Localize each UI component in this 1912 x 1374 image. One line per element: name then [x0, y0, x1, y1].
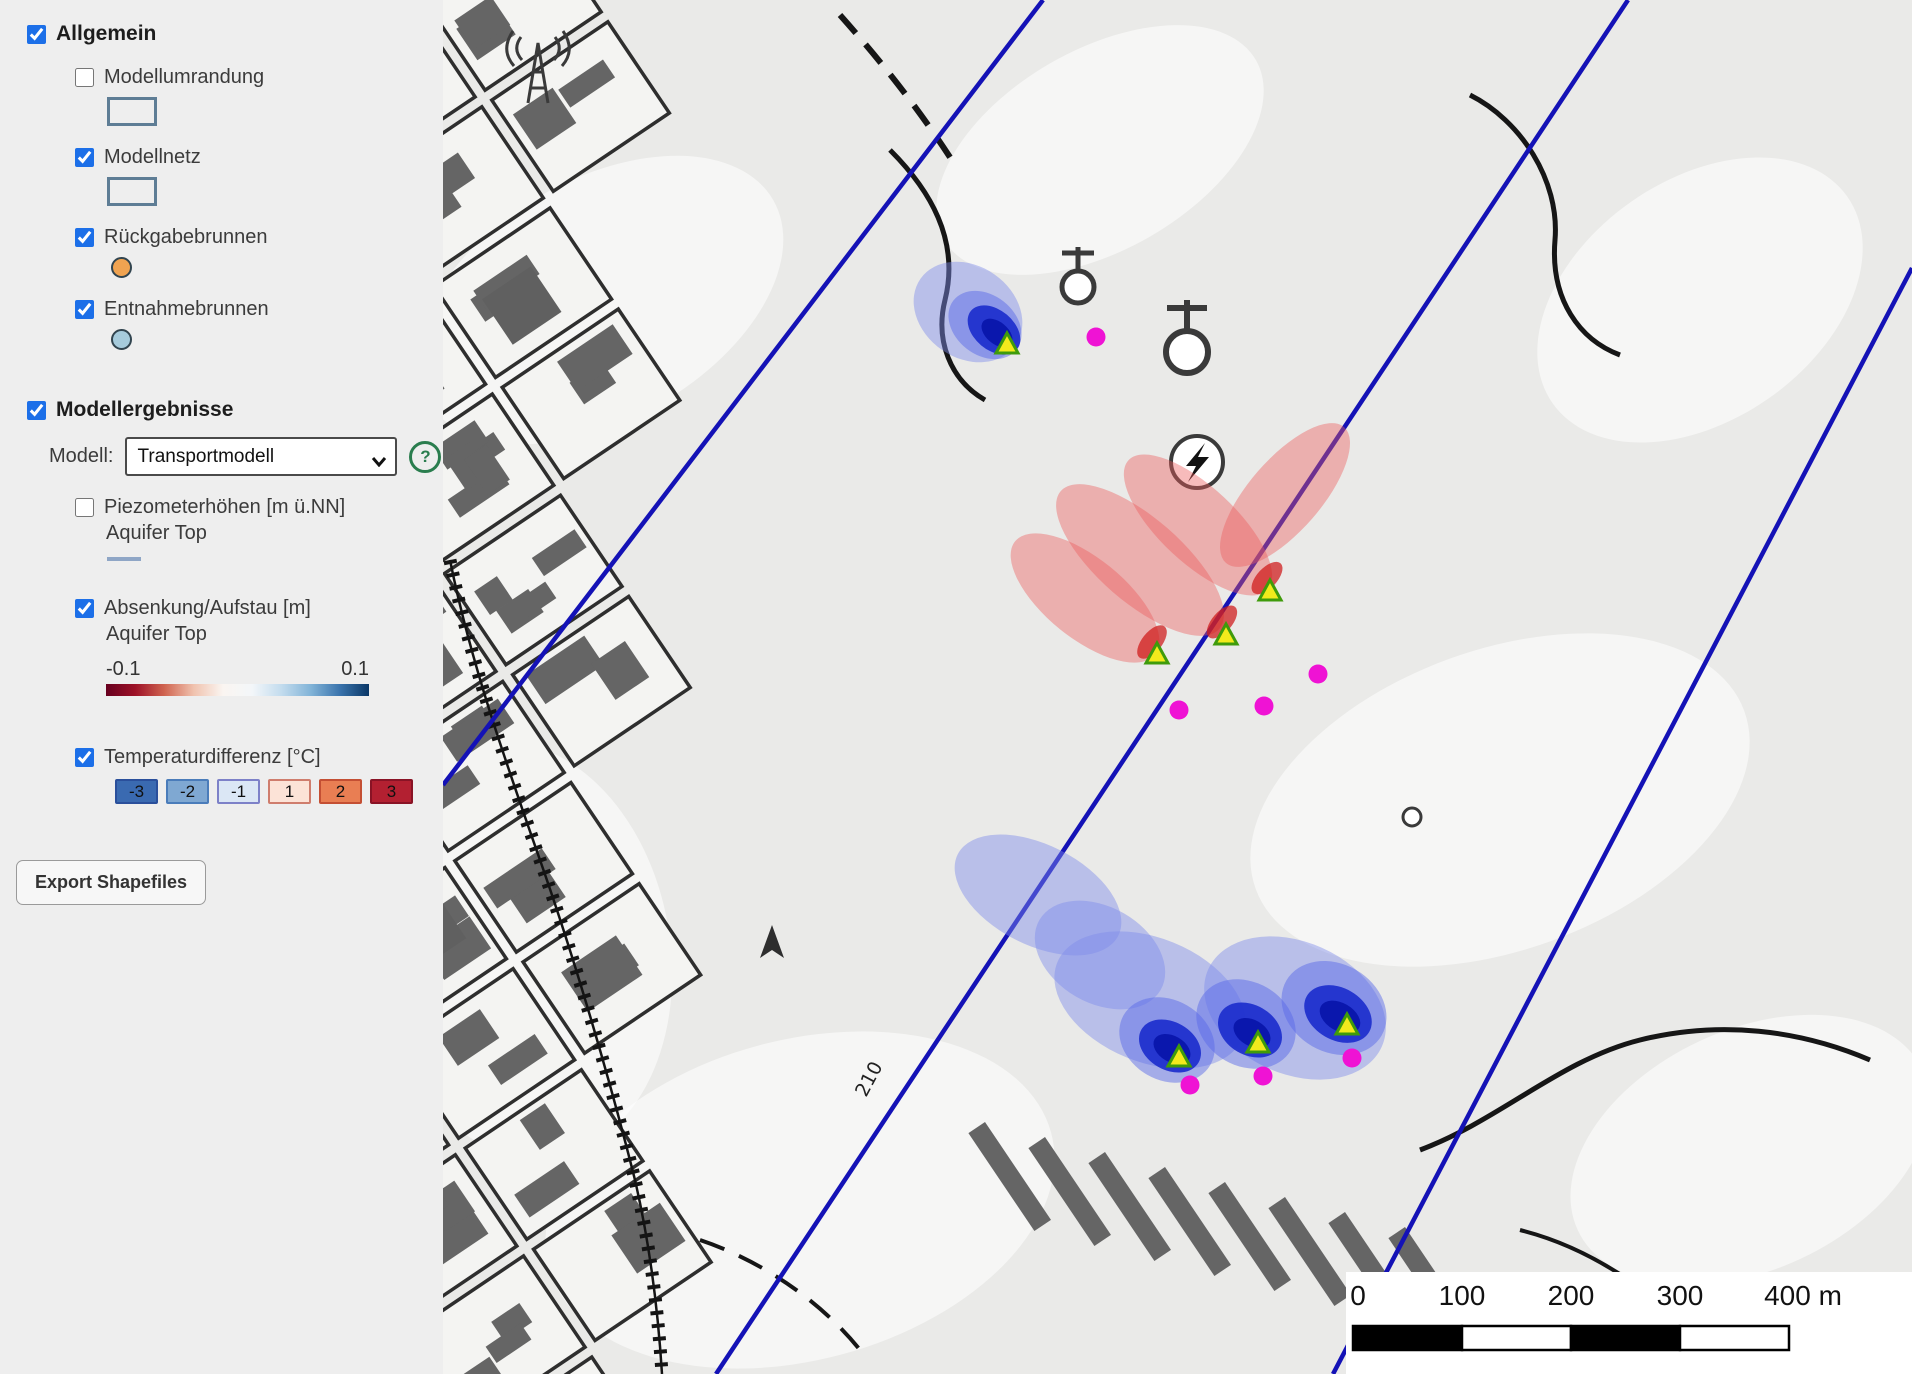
- absenkung-label: Absenkung/Aufstau [m]: [104, 597, 311, 620]
- modellnetz-label: Modellnetz: [104, 146, 201, 169]
- piezometerhoehen-label: Piezometerhöhen [m ü.NN]: [104, 496, 345, 519]
- entnahmebrunnen-checkbox[interactable]: [75, 300, 94, 319]
- drawdown-legend: -0.1 0.1: [106, 658, 369, 696]
- layer-item-piezometerhoehen: Piezometerhöhen [m ü.NN] Aquifer Top: [75, 496, 443, 561]
- layer-item-temperaturdifferenz: Temperaturdifferenz [°C] -3 -2 -1 123: [75, 746, 443, 804]
- piezo-line-symbol: [107, 557, 141, 561]
- section-modellergebnisse-label: Modellergebnisse: [56, 398, 233, 422]
- layer-item-rueckgabebrunnen: Rückgabebrunnen: [75, 226, 443, 278]
- export-shapefiles-button[interactable]: Export Shapefiles: [16, 860, 206, 905]
- scalebar-label: 100: [1439, 1280, 1486, 1311]
- scalebar-label: 300: [1657, 1280, 1704, 1311]
- model-label: Modell:: [49, 445, 113, 468]
- section-modellergebnisse: Modellergebnisse Modell: Transportmodell…: [27, 398, 443, 804]
- modellumrandung-checkbox[interactable]: [75, 68, 94, 87]
- layer-item-modellumrandung: Modellumrandung: [75, 66, 443, 126]
- drawdown-max-label: 0.1: [341, 658, 369, 681]
- temp-class-box: 3: [370, 779, 413, 804]
- modellumrandung-label: Modellumrandung: [104, 66, 264, 89]
- modellergebnisse-checkbox[interactable]: [27, 401, 46, 420]
- scalebar-label: 200: [1548, 1280, 1595, 1311]
- temperaturdifferenz-checkbox[interactable]: [75, 748, 94, 767]
- model-grid-symbol: [107, 177, 157, 206]
- piezometerhoehen-checkbox[interactable]: [75, 498, 94, 517]
- extraction-well-symbol: [111, 329, 132, 350]
- observation-dot: [1343, 1049, 1362, 1068]
- drawdown-gradient-bar: [106, 684, 369, 696]
- model-boundary-symbol: [107, 97, 157, 126]
- monument-icon: [1166, 300, 1208, 373]
- observation-dot: [1309, 665, 1328, 684]
- absenkung-sublabel: Aquifer Top: [106, 623, 443, 646]
- temp-class-box: 2: [319, 779, 362, 804]
- map-canvas[interactable]: 2100100200300400 m: [443, 0, 1912, 1374]
- temp-class-box: -2: [166, 779, 209, 804]
- observation-dot: [1254, 1067, 1273, 1086]
- allgemein-row: Allgemein: [27, 22, 443, 46]
- help-icon[interactable]: ?: [409, 441, 441, 473]
- observation-dot: [1087, 328, 1106, 347]
- model-select-row: Modell: Transportmodell ?: [49, 437, 443, 476]
- results-items: Piezometerhöhen [m ü.NN] Aquifer Top Abs…: [75, 496, 443, 804]
- layer-item-entnahmebrunnen: Entnahmebrunnen: [75, 298, 443, 350]
- observation-dot: [1255, 697, 1274, 716]
- modellergebnisse-row: Modellergebnisse: [27, 398, 443, 422]
- return-well-symbol: [111, 257, 132, 278]
- section-allgemein-label: Allgemein: [56, 22, 156, 46]
- layer-item-absenkung: Absenkung/Aufstau [m] Aquifer Top -0.1 0…: [75, 597, 443, 696]
- rueckgabebrunnen-label: Rückgabebrunnen: [104, 226, 267, 249]
- temp-class-box: -3: [115, 779, 158, 804]
- allgemein-checkbox[interactable]: [27, 25, 46, 44]
- temp-class-box: 1: [268, 779, 311, 804]
- observation-dot: [1170, 701, 1189, 720]
- temperaturdifferenz-label: Temperaturdifferenz [°C]: [104, 746, 321, 769]
- section-allgemein: Allgemein Modellumrandung Modellnetz: [27, 22, 443, 350]
- entnahmebrunnen-label: Entnahmebrunnen: [104, 298, 269, 321]
- tempdiff-class-legend: -3 -2 -1 123: [115, 779, 443, 804]
- model-select[interactable]: Transportmodell: [125, 437, 397, 476]
- modellnetz-checkbox[interactable]: [75, 148, 94, 167]
- temp-class-box: -1: [217, 779, 260, 804]
- allgemein-items: Modellumrandung Modellnetz Rückgabebrunn…: [75, 66, 443, 350]
- rueckgabebrunnen-checkbox[interactable]: [75, 228, 94, 247]
- layer-panel: Allgemein Modellumrandung Modellnetz: [0, 0, 443, 1374]
- observation-dot: [1181, 1076, 1200, 1095]
- scalebar-label: 400 m: [1764, 1280, 1842, 1311]
- drawdown-min-label: -0.1: [106, 658, 140, 681]
- piezometerhoehen-sublabel: Aquifer Top: [106, 522, 443, 545]
- fountain-icon: [1062, 247, 1094, 303]
- well-circle-icon: [1403, 808, 1421, 826]
- app-root: Allgemein Modellumrandung Modellnetz: [0, 0, 1912, 1374]
- layer-item-modellnetz: Modellnetz: [75, 146, 443, 206]
- scale-bar: 0 100 200 300 400 m: [1346, 1272, 1912, 1374]
- scalebar-label: 0: [1350, 1280, 1366, 1311]
- absenkung-checkbox[interactable]: [75, 599, 94, 618]
